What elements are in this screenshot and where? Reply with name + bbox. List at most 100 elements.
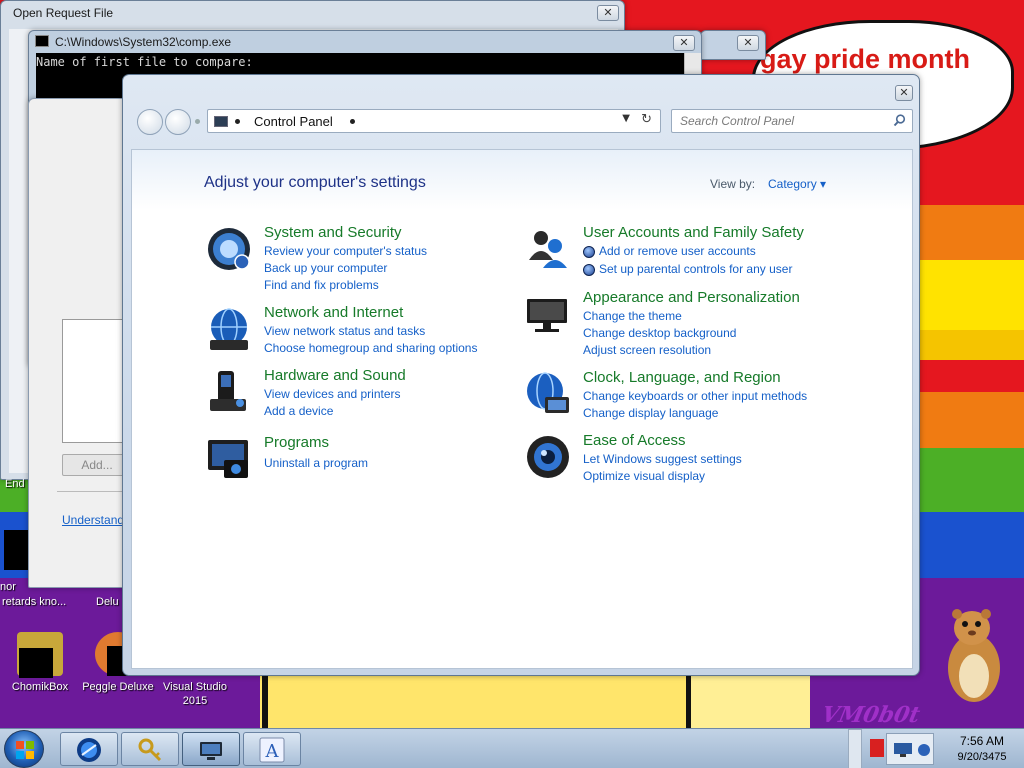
internet-explorer-icon	[77, 738, 101, 762]
appearance-icon	[527, 299, 567, 332]
wallpaper-caption: gay pride month	[760, 44, 971, 74]
navigation-toolbar: Control Panel ▼ ↻ Search Control Panel	[133, 105, 913, 141]
keys-icon	[138, 738, 162, 762]
category-link[interactable]: Find and fix problems	[264, 278, 379, 292]
desktop-label-partial[interactable]: retards kno...	[2, 595, 84, 609]
wallpaper-yellow-area	[260, 672, 690, 728]
font-viewer-icon: A	[259, 737, 285, 763]
wallpaper-light-area	[690, 672, 810, 728]
security-shield-icon	[583, 246, 595, 258]
system-security-icon	[208, 228, 250, 270]
desktop-icon-label: ChomikBox	[11, 681, 69, 693]
console-line: Name of first file to compare:	[36, 55, 253, 69]
category-link[interactable]: Change desktop background	[583, 326, 736, 340]
recent-pages-dropdown[interactable]	[195, 119, 200, 124]
user-accounts-icon	[529, 231, 567, 268]
category-title[interactable]: Appearance and Personalization	[583, 289, 800, 306]
hamster-image	[948, 609, 1000, 702]
ease-access-icon	[527, 436, 569, 478]
search-icon[interactable]	[893, 114, 906, 127]
category-clock-region: Clock, Language, and Region Change keybo…	[525, 369, 825, 421]
view-by-label: View by:	[710, 177, 756, 191]
desktop-icon-chomikbox[interactable]: ChomikBox	[0, 632, 80, 694]
start-button[interactable]	[4, 730, 44, 768]
network-internet-icon	[210, 308, 248, 350]
search-input[interactable]: Search Control Panel	[671, 109, 913, 133]
category-user-accounts: User Accounts and Family Safety Add or r…	[525, 224, 825, 276]
hardware-sound-icon	[210, 371, 246, 411]
category-link[interactable]: Add a device	[264, 404, 333, 418]
clock-time[interactable]: 7:56 AM	[946, 734, 1018, 748]
category-link[interactable]: Change display language	[583, 406, 718, 420]
clock-date[interactable]: 9/20/3475	[946, 751, 1018, 763]
category-link[interactable]: View network status and tasks	[264, 324, 425, 338]
category-link[interactable]: Add or remove user accounts	[599, 244, 756, 258]
partial-label: End	[5, 478, 25, 490]
desktop-icon-label: Visual Studio 2015	[162, 681, 227, 707]
category-appearance: Appearance and Personalization Change th…	[525, 289, 825, 359]
control-panel-content: Adjust your computer's settings View by:…	[131, 149, 913, 669]
watermark: VM0b0t	[819, 702, 923, 728]
category-link[interactable]: Optimize visual display	[583, 469, 705, 483]
category-link[interactable]: Review your computer's status	[264, 244, 427, 258]
chomikbox-icon	[17, 632, 63, 678]
close-button[interactable]: ✕	[673, 35, 695, 51]
category-network-internet: Network and Internet View network status…	[206, 304, 506, 356]
wallpaper-stroke	[262, 672, 268, 728]
breadcrumb-separator[interactable]	[350, 119, 355, 124]
category-title[interactable]: Ease of Access	[583, 432, 686, 449]
category-ease-of-access: Ease of Access Let Windows suggest setti…	[525, 432, 825, 484]
understand-link[interactable]: Understand	[62, 513, 124, 527]
breadcrumb-control-panel[interactable]: Control Panel	[254, 114, 333, 129]
chevron-down-icon[interactable]: ▼	[622, 113, 630, 124]
category-title[interactable]: Network and Internet	[264, 304, 403, 321]
taskbar-font-viewer[interactable]: A	[243, 732, 301, 766]
category-system-security: System and Security Review your computer…	[206, 224, 506, 294]
close-button[interactable]: ✕	[597, 5, 619, 21]
category-title[interactable]: Programs	[264, 434, 329, 451]
category-link[interactable]: Set up parental controls for any user	[599, 262, 792, 276]
taskbar-internet-explorer[interactable]	[60, 732, 118, 766]
category-link[interactable]: Let Windows suggest settings	[583, 452, 742, 466]
address-bar[interactable]: Control Panel ▼ ↻	[207, 109, 661, 133]
category-link[interactable]: Choose homegroup and sharing options	[264, 341, 477, 355]
close-button[interactable]: ✕	[737, 35, 759, 51]
windows-logo-icon	[16, 741, 34, 759]
window-title: Open Request File	[13, 6, 114, 20]
network-icon	[894, 743, 912, 757]
taskbar-keys-app[interactable]	[121, 732, 179, 766]
refresh-icon[interactable]: ↻	[641, 112, 652, 127]
notification-area[interactable]	[886, 733, 934, 765]
category-link[interactable]: Adjust screen resolution	[583, 343, 711, 357]
control-panel-icon	[214, 116, 228, 127]
control-panel-window[interactable]: ✕ Control Panel ▼ ↻ Search Control Panel…	[122, 74, 920, 676]
console-icon	[35, 35, 49, 47]
category-programs: Programs Uninstall a program	[206, 434, 506, 478]
background-window[interactable]: ✕	[700, 30, 766, 60]
breadcrumb-separator[interactable]	[235, 119, 240, 124]
category-title[interactable]: User Accounts and Family Safety	[583, 224, 804, 241]
close-button[interactable]: ✕	[895, 85, 913, 101]
category-title[interactable]: Clock, Language, and Region	[583, 369, 781, 386]
taskbar-control-panel[interactable]	[182, 732, 240, 766]
taskbar: A 7:56 AM 9/20/3475	[0, 728, 1024, 768]
forward-button[interactable]	[165, 109, 191, 135]
clock-region-icon	[527, 372, 569, 413]
category-link[interactable]: View devices and printers	[264, 387, 401, 401]
volume-icon	[918, 744, 930, 756]
category-link[interactable]: Change the theme	[583, 309, 682, 323]
category-title[interactable]: Hardware and Sound	[264, 367, 406, 384]
category-link[interactable]: Change keyboards or other input methods	[583, 389, 807, 403]
view-by-dropdown[interactable]: Category ▾	[768, 177, 826, 191]
category-hardware-sound: Hardware and Sound View devices and prin…	[206, 367, 506, 419]
category-title[interactable]: System and Security	[264, 224, 402, 241]
category-link[interactable]: Uninstall a program	[264, 456, 368, 470]
action-center-flag-icon[interactable]	[870, 739, 884, 757]
security-shield-icon	[583, 264, 595, 276]
category-link[interactable]: Back up your computer	[264, 261, 387, 275]
back-button[interactable]	[137, 109, 163, 135]
search-placeholder: Search Control Panel	[680, 114, 795, 128]
tray-scroll-button[interactable]	[848, 729, 862, 768]
wallpaper-stroke	[686, 672, 691, 728]
svg-text:A: A	[265, 741, 280, 762]
